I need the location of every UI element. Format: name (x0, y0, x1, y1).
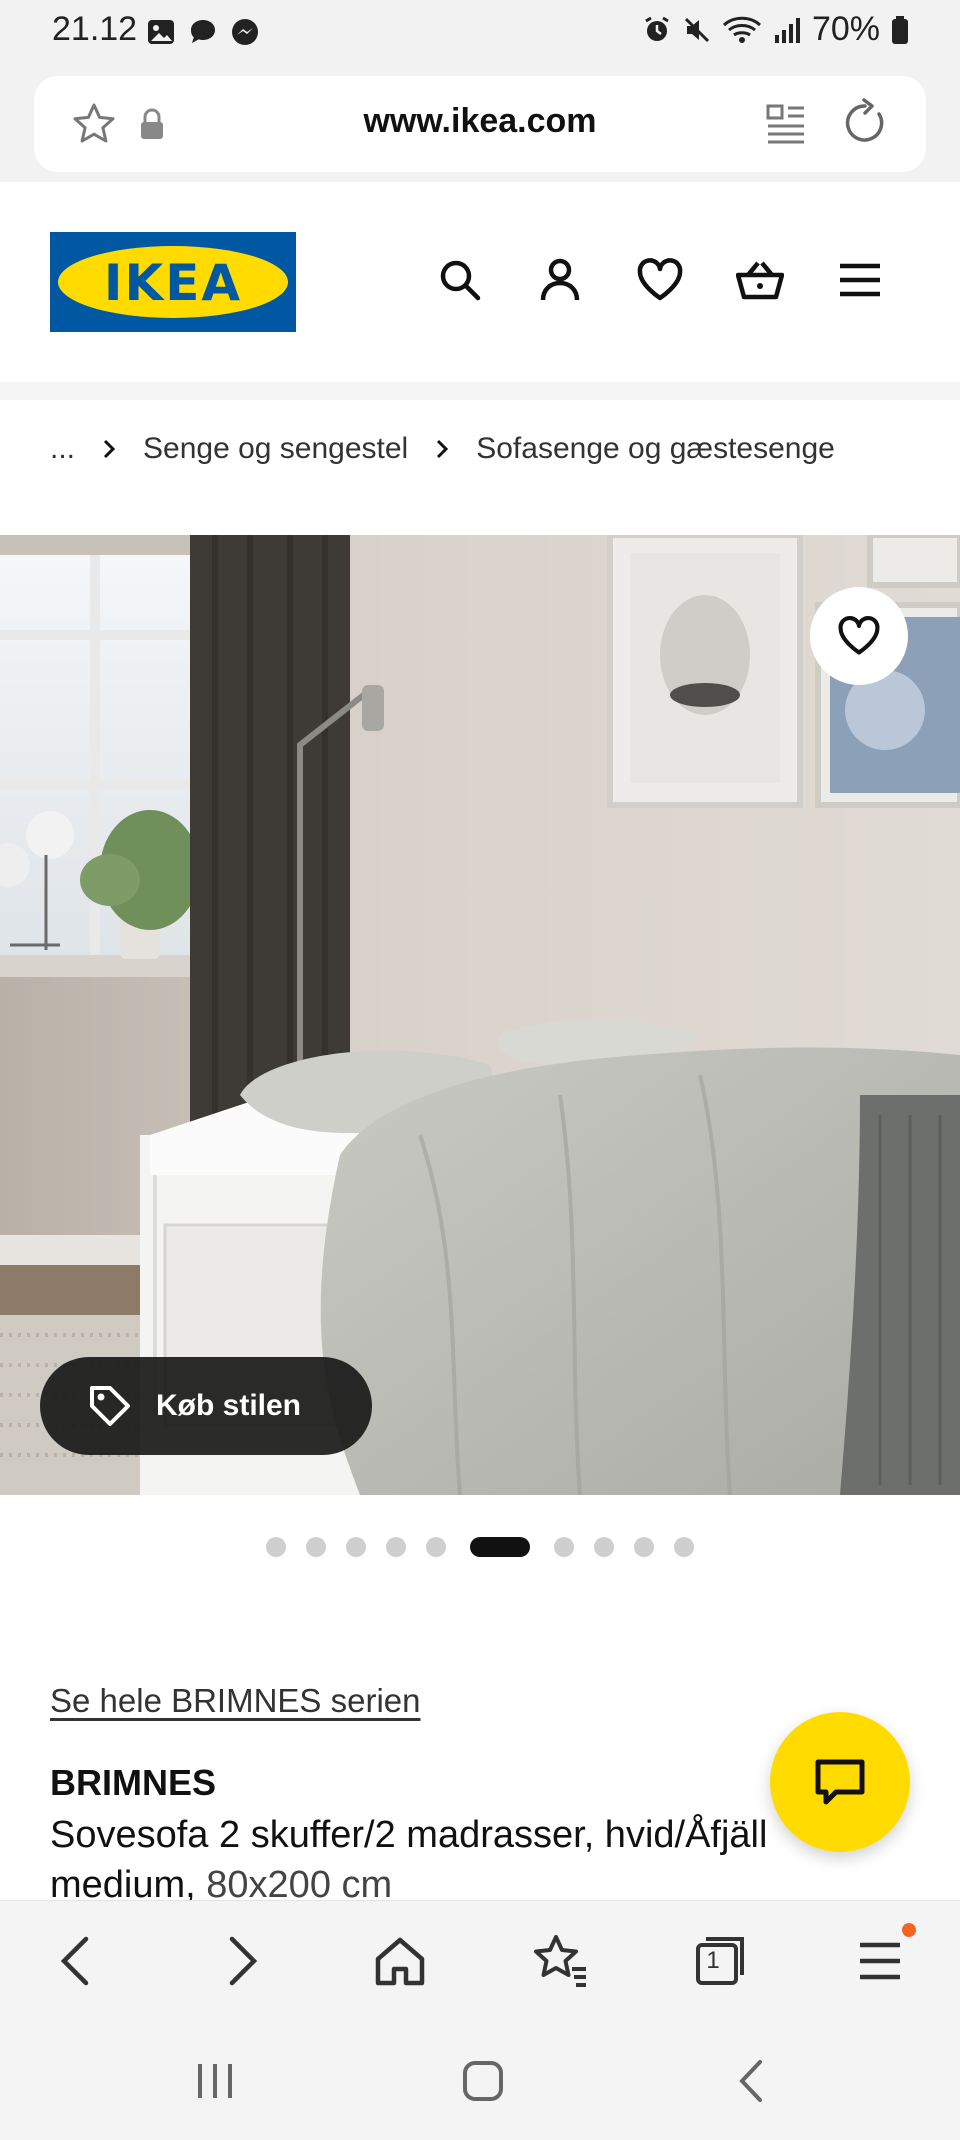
hamburger-menu-icon[interactable] (836, 256, 884, 304)
breadcrumb: ... Senge og sengestel Sofasenge og gæst… (50, 432, 835, 466)
status-time: 21.12 (52, 10, 138, 48)
product-description: Sovesofa 2 skuffer/2 madrasser, hvid/Åfj… (50, 1814, 768, 1906)
chat-button[interactable] (770, 1712, 910, 1852)
add-to-wishlist-button[interactable] (810, 587, 908, 685)
wishlist-heart-icon[interactable] (636, 256, 684, 304)
battery-icon (892, 15, 908, 44)
signal-icon (774, 17, 800, 43)
mute-icon (684, 17, 709, 42)
recent-apps-icon[interactable] (190, 2058, 240, 2104)
browser-toolbar: www.ikea.com (0, 64, 960, 182)
product-description-block: Sovesofa 2 skuffer/2 madrasser, hvid/Åfj… (50, 1810, 870, 1910)
carousel-dot[interactable] (674, 1537, 694, 1557)
chat-bubble-icon (191, 20, 215, 43)
messenger-icon (232, 19, 258, 45)
product-name: BRIMNES (50, 1762, 217, 1803)
alarm-icon (645, 16, 669, 41)
home-button-icon[interactable] (458, 2058, 508, 2104)
image-icon (148, 20, 174, 44)
carousel-dot[interactable] (346, 1537, 366, 1557)
notification-dot (902, 1923, 916, 1937)
cart-basket-icon[interactable] (736, 256, 784, 304)
android-navigation-bar (0, 2020, 960, 2140)
header-divider (0, 382, 960, 400)
carousel-dot[interactable] (266, 1537, 286, 1557)
address-bar[interactable]: www.ikea.com (34, 76, 926, 172)
battery-percent: 70% (811, 10, 880, 48)
account-icon[interactable] (536, 256, 584, 304)
ikea-logo[interactable]: IKEA (50, 232, 296, 332)
wifi-icon (722, 16, 761, 43)
browser-bottom-bar: 1 (0, 1900, 960, 2020)
carousel-dot[interactable] (554, 1537, 574, 1557)
system-back-icon[interactable] (728, 2058, 778, 2104)
reload-icon[interactable] (840, 98, 890, 148)
heart-icon (838, 616, 880, 655)
bookmarks-icon[interactable] (530, 1931, 590, 1991)
search-icon[interactable] (436, 256, 484, 304)
price-tag-icon (90, 1386, 130, 1426)
shop-the-style-label: Køb stilen (156, 1389, 302, 1422)
chat-icon (815, 1759, 865, 1805)
menu-icon[interactable] (850, 1931, 910, 1991)
carousel-dot[interactable] (306, 1537, 326, 1557)
series-link[interactable]: Se hele BRIMNES serien (50, 1682, 421, 1720)
back-icon[interactable] (48, 1931, 108, 1991)
breadcrumb-item-sofa-beds[interactable]: Sofasenge og gæstesenge (476, 432, 835, 466)
carousel-dot[interactable] (594, 1537, 614, 1557)
status-bar: 21.12 70% (0, 0, 960, 64)
carousel-dot-active[interactable] (470, 1537, 530, 1557)
chevron-right-icon (103, 439, 116, 459)
product-image-carousel[interactable]: Køb stilen (0, 535, 960, 1495)
breadcrumb-ellipsis[interactable]: ... (50, 432, 75, 466)
carousel-dot[interactable] (634, 1537, 654, 1557)
forward-icon[interactable] (210, 1931, 270, 1991)
home-icon[interactable] (370, 1931, 430, 1991)
carousel-indicators (0, 1532, 960, 1562)
shop-the-style-button[interactable]: Køb stilen (40, 1357, 372, 1455)
carousel-dot[interactable] (386, 1537, 406, 1557)
tab-count: 1 (706, 1947, 720, 1974)
reader-mode-icon[interactable] (766, 102, 806, 146)
logo-text: IKEA (103, 254, 243, 312)
site-header: IKEA (0, 182, 960, 382)
carousel-dot[interactable] (426, 1537, 446, 1557)
breadcrumb-item-beds[interactable]: Senge og sengestel (143, 432, 408, 466)
product-photo (0, 535, 960, 1495)
chevron-right-icon (437, 439, 449, 459)
